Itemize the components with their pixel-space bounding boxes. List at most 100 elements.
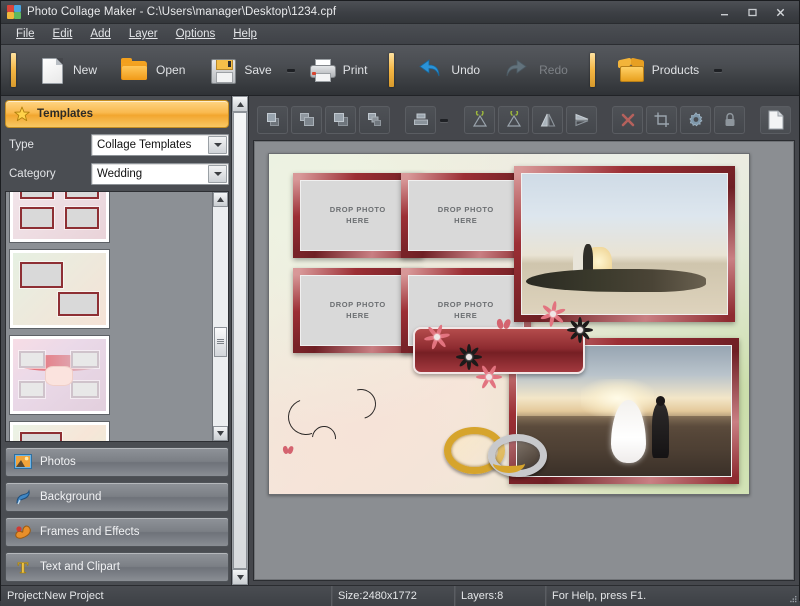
products-dropdown-arrow[interactable]: [713, 60, 723, 80]
sidebar-scroll-thumb[interactable]: [233, 112, 247, 569]
undo-button-label: Undo: [451, 63, 481, 77]
templates-scroll-track[interactable]: [213, 207, 228, 426]
menu-help[interactable]: Help: [224, 26, 266, 42]
category-select[interactable]: Wedding: [91, 163, 229, 185]
menu-bar: File Edit Add Layer Options Help: [1, 24, 799, 45]
left-sidebar: Templates Type Collage Templates Categor…: [1, 96, 249, 585]
templates-panel-header[interactable]: Templates: [5, 100, 229, 128]
templates-scrollbar[interactable]: [212, 192, 228, 441]
minimize-button[interactable]: [711, 3, 737, 21]
crop-icon: [654, 112, 669, 127]
flower-pink-1: [424, 324, 451, 351]
send-to-back-button[interactable]: [359, 106, 390, 134]
templates-list[interactable]: [6, 192, 212, 441]
crop-button[interactable]: [646, 106, 677, 134]
app-logo-icon: [7, 5, 21, 19]
properties-button[interactable]: [680, 106, 711, 134]
flower-pink-3: [476, 364, 503, 390]
menu-file[interactable]: File: [7, 26, 44, 42]
type-select-arrow[interactable]: [208, 136, 227, 154]
sidebar-section-text-clipart[interactable]: T Text and Clipart: [5, 552, 229, 582]
photo-couple-on-driftwood[interactable]: [513, 165, 735, 323]
photo-slot-2[interactable]: DROP PHOTO HERE: [401, 172, 531, 258]
toolbar-separator: [11, 53, 16, 87]
products-box-icon: [617, 57, 645, 83]
close-button[interactable]: [767, 3, 793, 21]
save-dropdown-arrow[interactable]: [286, 60, 296, 80]
sidebar-scrollbar[interactable]: [231, 96, 248, 585]
menu-layer[interactable]: Layer: [120, 26, 167, 42]
menu-add[interactable]: Add: [81, 26, 119, 42]
page-icon: [768, 110, 783, 130]
sidebar-section-photos-label: Photos: [40, 456, 76, 468]
collage-document[interactable]: DROP PHOTO HERE DROP PHOTO HERE DROP PHO…: [268, 153, 750, 495]
bring-forward-icon: [299, 113, 314, 126]
print-button[interactable]: Print: [296, 47, 380, 93]
templates-scroll-down-button[interactable]: [213, 426, 228, 441]
template-thumbnail[interactable]: [9, 192, 110, 243]
save-button[interactable]: Save: [197, 47, 283, 93]
photos-icon: [14, 454, 32, 470]
type-select[interactable]: Collage Templates: [91, 134, 229, 156]
content-area: Templates Type Collage Templates Categor…: [1, 96, 799, 585]
redo-button[interactable]: Redo: [492, 47, 580, 93]
new-button[interactable]: New: [26, 47, 109, 93]
canvas-toolbar: [253, 100, 795, 140]
category-select-arrow[interactable]: [208, 165, 227, 183]
sidebar-section-text-clipart-label: Text and Clipart: [40, 561, 120, 573]
sidebar-scroll-up-button[interactable]: [232, 96, 248, 112]
canvas-workspace[interactable]: DROP PHOTO HERE DROP PHOTO HERE DROP PHO…: [253, 140, 795, 581]
rotate-left-button[interactable]: [464, 106, 495, 134]
type-label: Type: [9, 139, 34, 151]
bring-forward-button[interactable]: [291, 106, 322, 134]
sidebar-section-background[interactable]: Background: [5, 482, 229, 512]
sidebar-section-frames-effects[interactable]: Frames and Effects: [5, 517, 229, 547]
align-dropdown-arrow[interactable]: [439, 106, 449, 134]
menu-file-label: File: [16, 28, 35, 40]
rotate-right-button[interactable]: [498, 106, 529, 134]
undo-button[interactable]: Undo: [404, 47, 492, 93]
menu-edit[interactable]: Edit: [44, 26, 82, 42]
save-button-label: Save: [244, 63, 272, 77]
template-thumbnail[interactable]: [9, 335, 110, 415]
page-button[interactable]: [760, 106, 791, 134]
drop-line-2: HERE: [346, 216, 370, 226]
maximize-button[interactable]: [739, 3, 765, 21]
flower-dark-1: [456, 344, 483, 371]
background-icon: [14, 489, 32, 505]
category-label: Category: [9, 168, 56, 180]
redo-button-label: Redo: [539, 63, 568, 77]
photo-slot-3-text: DROP PHOTO HERE: [301, 276, 415, 345]
templates-scroll-up-button[interactable]: [213, 192, 228, 207]
delete-x-icon: [621, 113, 634, 127]
sidebar-scroll-down-button[interactable]: [232, 569, 248, 585]
save-floppy-icon: [209, 57, 237, 84]
templates-scroll-thumb[interactable]: [214, 327, 227, 357]
status-help: For Help, press F1.: [546, 586, 783, 606]
swirl-3: [340, 383, 382, 425]
template-thumbnail[interactable]: [9, 421, 110, 441]
menu-options[interactable]: Options: [167, 26, 225, 42]
flip-horizontal-button[interactable]: [532, 106, 563, 134]
open-button[interactable]: Open: [109, 47, 197, 93]
resize-grip[interactable]: [783, 586, 799, 606]
type-field-row: Type Collage Templates: [5, 133, 229, 157]
flip-vertical-button[interactable]: [566, 106, 597, 134]
products-button[interactable]: Products: [605, 47, 711, 93]
text-clipart-icon: T: [14, 559, 32, 578]
delete-button[interactable]: [612, 106, 643, 134]
lock-button[interactable]: [714, 106, 745, 134]
sidebar-section-frames-effects-label: Frames and Effects: [40, 526, 140, 538]
drop-line-2: HERE: [454, 216, 478, 226]
star-icon: [14, 106, 30, 122]
send-backward-button[interactable]: [325, 106, 356, 134]
sidebar-section-photos[interactable]: Photos: [5, 447, 229, 477]
menu-options-label: Options: [175, 28, 216, 40]
template-thumbnail[interactable]: [9, 249, 110, 329]
align-button[interactable]: [405, 106, 436, 134]
butterfly: [495, 318, 512, 330]
rotate-right-icon: [506, 111, 521, 127]
bring-to-front-button[interactable]: [257, 106, 288, 134]
undo-arrow-icon: [416, 57, 444, 83]
drop-line-1: DROP PHOTO: [329, 300, 386, 310]
